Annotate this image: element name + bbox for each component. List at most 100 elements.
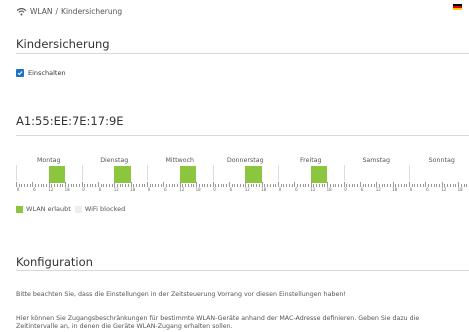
hour-tick bbox=[321, 184, 323, 187]
hour-tick bbox=[168, 184, 170, 187]
hour-label: 6 bbox=[426, 187, 429, 192]
hour-label: 12 bbox=[48, 187, 54, 192]
hour-label: 12 bbox=[375, 187, 381, 192]
hour-tick bbox=[138, 184, 140, 187]
enable-row[interactable]: Einschalten bbox=[16, 69, 66, 77]
allowed-interval[interactable] bbox=[179, 166, 197, 183]
hour-tick bbox=[389, 184, 391, 187]
hour-tick bbox=[368, 184, 370, 187]
schedule-day-label: Freitag bbox=[299, 157, 322, 164]
breadcrumb-section[interactable]: WLAN bbox=[30, 7, 53, 16]
schedule-day-sonntag[interactable]: Sonntag 0 6 12 18 bbox=[409, 155, 469, 193]
breadcrumb: WLAN / Kindersicherung bbox=[16, 5, 469, 17]
hour-tick bbox=[455, 184, 457, 187]
hour-tick bbox=[155, 184, 157, 187]
hour-label: 6 bbox=[229, 187, 233, 192]
divider bbox=[16, 135, 469, 136]
breadcrumb-page: Kindersicherung bbox=[61, 6, 123, 16]
allowed-interval[interactable] bbox=[48, 166, 66, 183]
hour-tick bbox=[207, 184, 209, 187]
hour-tick bbox=[272, 184, 274, 187]
schedule-day-samstag[interactable]: Samstag 0 6 12 18 bbox=[343, 155, 410, 193]
hour-tick bbox=[76, 184, 78, 187]
parental-control-title: Kindersicherung bbox=[16, 37, 110, 51]
hour-tick bbox=[237, 184, 239, 187]
allowed-interval[interactable] bbox=[114, 166, 131, 183]
hour-tick bbox=[108, 184, 110, 187]
enable-label: Einschalten bbox=[28, 69, 66, 77]
hour-tick bbox=[174, 184, 176, 187]
hour-tick bbox=[299, 184, 301, 187]
hour-tick bbox=[302, 184, 304, 187]
hour-tick bbox=[103, 184, 105, 187]
breadcrumb-separator: / bbox=[55, 6, 59, 16]
schedule-day-freitag[interactable]: Freitag 0 6 12 18 bbox=[278, 155, 345, 193]
hour-tick bbox=[152, 184, 154, 187]
hour-tick bbox=[267, 184, 269, 187]
hour-tick bbox=[106, 184, 108, 187]
hour-tick bbox=[398, 184, 400, 187]
enable-checkbox[interactable] bbox=[16, 69, 24, 77]
hour-label: 12 bbox=[310, 187, 316, 192]
hour-tick bbox=[351, 184, 353, 187]
hour-tick bbox=[86, 184, 88, 187]
configuration-title: Konfiguration bbox=[16, 255, 93, 269]
hour-tick bbox=[220, 184, 222, 187]
hour-tick bbox=[338, 184, 340, 187]
hour-tick bbox=[223, 184, 225, 187]
hour-label: 6 bbox=[98, 187, 102, 192]
hour-label: 18 bbox=[457, 187, 463, 192]
german-flag-icon[interactable] bbox=[453, 4, 462, 10]
hour-tick bbox=[78, 184, 80, 187]
weekly-schedule[interactable]: Montag 0 6 12 18 Dienstag 0 6 12 18 Mittwoch 0 6 12 18… bbox=[16, 155, 469, 193]
hour-tick bbox=[185, 184, 187, 187]
hour-tick bbox=[286, 184, 288, 187]
priority-note: Bitte beachten Sie, dass die Einstellung… bbox=[16, 291, 346, 298]
schedule-day-montag[interactable]: Montag 0 6 12 18 bbox=[16, 155, 83, 193]
hour-tick bbox=[73, 184, 75, 187]
hour-tick bbox=[430, 184, 432, 187]
hour-tick bbox=[62, 184, 64, 187]
hour-tick bbox=[291, 184, 293, 187]
schedule-day-dienstag[interactable]: Dienstag 0 6 12 18 bbox=[81, 155, 148, 193]
hour-tick bbox=[417, 184, 419, 187]
hour-tick bbox=[111, 184, 113, 187]
hour-tick bbox=[24, 184, 26, 187]
schedule-day-track[interactable] bbox=[409, 165, 469, 181]
hour-tick bbox=[316, 184, 318, 187]
hour-label: 0 bbox=[213, 187, 216, 192]
hour-tick bbox=[234, 184, 236, 187]
hour-tick bbox=[250, 184, 252, 187]
hour-tick bbox=[335, 184, 337, 187]
hour-tick bbox=[217, 184, 219, 187]
hour-label: 12 bbox=[441, 187, 447, 192]
hour-tick bbox=[447, 184, 449, 187]
schedule-day-label: Montag bbox=[36, 157, 61, 164]
hour-tick bbox=[463, 184, 465, 187]
hour-label: 18 bbox=[326, 187, 332, 192]
hour-tick bbox=[209, 184, 211, 187]
hour-tick bbox=[26, 184, 28, 187]
allowed-interval[interactable] bbox=[245, 166, 262, 183]
hour-label: 12 bbox=[244, 187, 250, 192]
schedule-day-mittwoch[interactable]: Mittwoch 0 6 12 18 bbox=[147, 155, 214, 193]
hour-tick bbox=[365, 184, 367, 187]
hour-tick bbox=[354, 184, 356, 187]
hour-tick bbox=[269, 184, 271, 187]
wifi-icon bbox=[16, 7, 27, 15]
hour-tick bbox=[406, 184, 408, 187]
checkmark-icon bbox=[17, 71, 23, 76]
hour-tick bbox=[157, 184, 159, 187]
allowed-interval[interactable] bbox=[310, 166, 328, 183]
hour-tick bbox=[226, 184, 228, 187]
hour-tick bbox=[324, 184, 326, 187]
schedule-day-track[interactable] bbox=[343, 165, 410, 181]
hour-tick bbox=[452, 184, 454, 187]
hour-label: 6 bbox=[360, 187, 364, 192]
hour-label: 6 bbox=[164, 187, 167, 192]
hour-label: 18 bbox=[130, 187, 136, 192]
hour-tick bbox=[125, 184, 127, 187]
hour-tick bbox=[92, 184, 94, 187]
schedule-day-donnerstag[interactable]: Donnerstag 0 6 12 18 bbox=[212, 155, 279, 193]
hour-tick bbox=[56, 184, 58, 187]
